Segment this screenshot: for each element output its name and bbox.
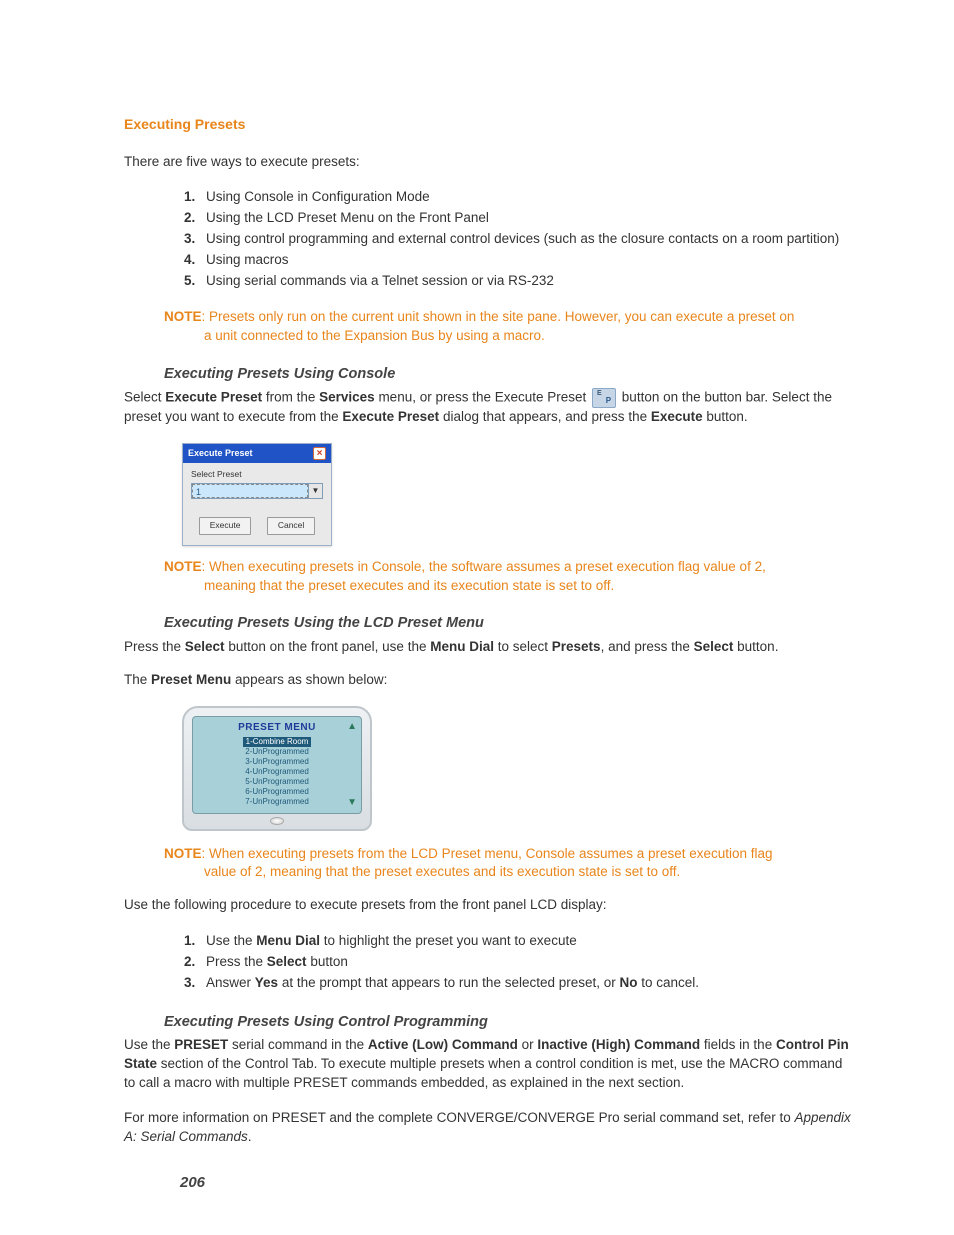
control-paragraph: Use the PRESET serial command in the Act…	[124, 1036, 854, 1093]
bold-text: Preset Menu	[151, 672, 231, 687]
control-paragraph-2: For more information on PRESET and the c…	[124, 1109, 854, 1147]
arrow-up-icon[interactable]: ▲	[347, 720, 357, 734]
text: The	[124, 672, 151, 687]
execute-button[interactable]: Execute	[199, 517, 252, 535]
note-text: : When executing presets from the LCD Pr…	[202, 846, 773, 880]
lcd-item[interactable]: 7-UnProgrammed	[207, 797, 347, 807]
select-value: 1	[192, 484, 308, 498]
note-label: NOTE	[164, 559, 202, 574]
bold-text: Select	[267, 954, 307, 969]
text: , and press the	[601, 639, 694, 654]
bold-text: Yes	[255, 975, 278, 990]
close-icon[interactable]: ×	[313, 447, 326, 460]
lcd-item[interactable]: 5-UnProgrammed	[207, 777, 347, 787]
text: Use the	[206, 933, 256, 948]
chevron-down-icon[interactable]: ▼	[308, 484, 322, 498]
lcd-device: PRESET MENU ▲ 1-Combine Room 2-UnProgram…	[182, 706, 372, 831]
text: button.	[703, 409, 748, 424]
text: Answer	[206, 975, 255, 990]
bold-text: Menu Dial	[430, 639, 494, 654]
bold-text: Active (Low) Command	[368, 1037, 518, 1052]
lcd-item[interactable]: 4-UnProgrammed	[207, 767, 347, 777]
text: For more information on PRESET and the c…	[124, 1110, 795, 1125]
text: Select	[124, 390, 165, 405]
cancel-button[interactable]: Cancel	[267, 517, 315, 535]
lcd-title: PRESET MENU	[207, 721, 347, 735]
text: menu, or press the Execute Preset	[375, 390, 590, 405]
text: from the	[262, 390, 319, 405]
execute-preset-icon	[592, 388, 616, 408]
note-1: NOTE: Presets only run on the current un…	[164, 308, 804, 346]
note-label: NOTE	[164, 846, 202, 861]
heading-console: Executing Presets Using Console	[164, 364, 854, 384]
text: to cancel.	[638, 975, 700, 990]
select-preset-label: Select Preset	[191, 469, 323, 481]
note-2: NOTE: When executing presets in Console,…	[164, 558, 804, 596]
dialog-titlebar: Execute Preset ×	[183, 444, 331, 463]
text: .	[248, 1129, 252, 1144]
note-3: NOTE: When executing presets from the LC…	[164, 845, 804, 883]
list-item: Press the Select button	[184, 952, 854, 973]
list-item: Using serial commands via a Telnet sessi…	[184, 271, 854, 292]
arrow-down-icon[interactable]: ▼	[347, 796, 357, 810]
bold-text: Menu Dial	[256, 933, 320, 948]
text: Use the	[124, 1037, 174, 1052]
heading-lcd: Executing Presets Using the LCD Preset M…	[164, 613, 854, 633]
lcd-steps-list: Use the Menu Dial to highlight the prese…	[124, 931, 854, 994]
bold-text: Execute Preset	[165, 390, 262, 405]
lcd-item[interactable]: 6-UnProgrammed	[207, 787, 347, 797]
note-label: NOTE	[164, 309, 202, 324]
list-item: Using macros	[184, 250, 854, 271]
bold-text: PRESET	[174, 1037, 228, 1052]
text: button.	[733, 639, 778, 654]
list-item: Use the Menu Dial to highlight the prese…	[184, 931, 854, 952]
lcd-paragraph-2: The Preset Menu appears as shown below:	[124, 671, 854, 690]
text: dialog that appears, and press the	[439, 409, 651, 424]
text: serial command in the	[228, 1037, 368, 1052]
dialog-body: Select Preset 1 ▼ Execute Cancel	[183, 463, 331, 545]
text: fields in the	[700, 1037, 776, 1052]
intro-paragraph: There are five ways to execute presets:	[124, 153, 854, 172]
text: button	[307, 954, 348, 969]
bold-text: Execute	[651, 409, 703, 424]
bold-text: Presets	[552, 639, 601, 654]
note-text: : When executing presets in Console, the…	[202, 559, 766, 593]
text: Press the	[206, 954, 267, 969]
bold-text: No	[620, 975, 638, 990]
text: to select	[494, 639, 552, 654]
text: Press the	[124, 639, 185, 654]
list-item: Using the LCD Preset Menu on the Front P…	[184, 208, 854, 229]
list-item: Using control programming and external c…	[184, 229, 854, 250]
lcd-procedure-intro: Use the following procedure to execute p…	[124, 896, 854, 915]
bold-text: Services	[319, 390, 375, 405]
list-item: Answer Yes at the prompt that appears to…	[184, 973, 854, 994]
bold-text: Inactive (High) Command	[537, 1037, 700, 1052]
bold-text: Select	[694, 639, 734, 654]
text: to highlight the preset you want to exec…	[320, 933, 577, 948]
dialog-title-text: Execute Preset	[188, 447, 253, 460]
text: or	[518, 1037, 538, 1052]
text: appears as shown below:	[231, 672, 387, 687]
text: at the prompt that appears to run the se…	[278, 975, 619, 990]
lcd-screen: PRESET MENU ▲ 1-Combine Room 2-UnProgram…	[192, 716, 362, 814]
note-text: : Presets only run on the current unit s…	[202, 309, 795, 343]
text: button on the front panel, use the	[225, 639, 431, 654]
menu-dial-knob[interactable]	[270, 817, 284, 825]
console-paragraph: Select Execute Preset from the Services …	[124, 388, 854, 427]
lcd-item[interactable]: 3-UnProgrammed	[207, 757, 347, 767]
execute-preset-dialog: Execute Preset × Select Preset 1 ▼ Execu…	[182, 443, 332, 546]
lcd-item-selected[interactable]: 1-Combine Room	[243, 737, 312, 747]
document-page: Executing Presets There are five ways to…	[0, 0, 954, 1235]
text: section of the Control Tab. To execute m…	[124, 1056, 842, 1090]
bold-text: Execute Preset	[342, 409, 439, 424]
five-ways-list: Using Console in Configuration Mode Usin…	[124, 187, 854, 291]
preset-select[interactable]: 1 ▼	[191, 483, 323, 499]
lcd-paragraph-1: Press the Select button on the front pan…	[124, 638, 854, 657]
list-item: Using Console in Configuration Mode	[184, 187, 854, 208]
bold-text: Select	[185, 639, 225, 654]
heading-control: Executing Presets Using Control Programm…	[164, 1012, 854, 1032]
page-number: 206	[180, 1172, 205, 1193]
lcd-item[interactable]: 2-UnProgrammed	[207, 747, 347, 757]
heading-main: Executing Presets	[124, 115, 854, 135]
